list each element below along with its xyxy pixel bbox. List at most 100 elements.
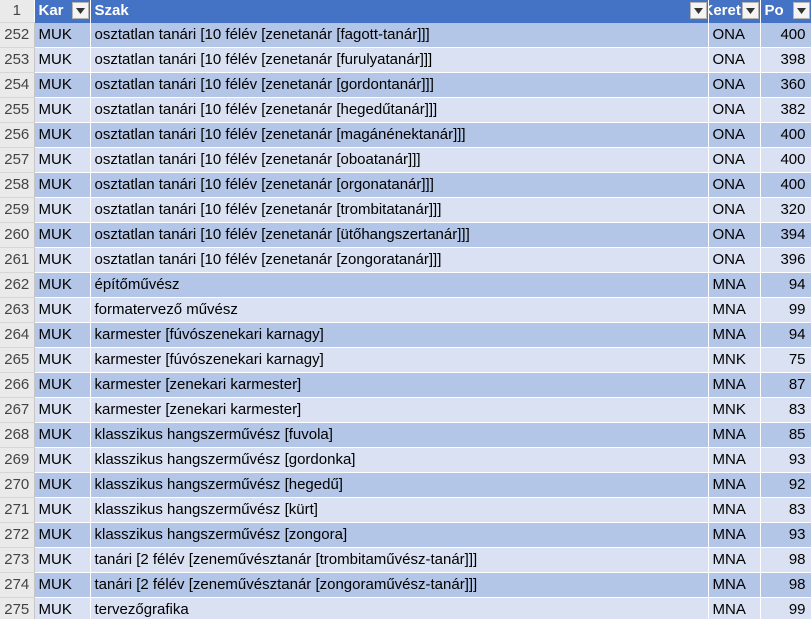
cell-szak[interactable]: klasszikus hangszerművész [kürt] — [90, 497, 709, 523]
cell-kar[interactable]: MUK — [34, 497, 91, 523]
row-header[interactable]: 260 — [0, 222, 35, 248]
cell-po[interactable]: 98 — [760, 547, 811, 573]
cell-po[interactable]: 85 — [760, 422, 811, 448]
cell-kar[interactable]: MUK — [34, 222, 91, 248]
cell-keret[interactable]: ONA — [708, 197, 761, 223]
cell-keret[interactable]: MNA — [708, 522, 761, 548]
cell-szak[interactable]: osztatlan tanári [10 félév [zenetanár [z… — [90, 247, 709, 273]
cell-keret[interactable]: ONA — [708, 97, 761, 123]
row-header[interactable]: 255 — [0, 97, 35, 123]
row-header[interactable]: 256 — [0, 122, 35, 148]
row-header[interactable]: 269 — [0, 447, 35, 473]
row-header[interactable]: 254 — [0, 72, 35, 98]
cell-keret[interactable]: ONA — [708, 247, 761, 273]
cell-keret[interactable]: MNA — [708, 372, 761, 398]
cell-szak[interactable]: tanári [2 félév [zeneművésztanár [zongor… — [90, 572, 709, 598]
cell-keret[interactable]: ONA — [708, 222, 761, 248]
column-header-keret[interactable]: Keret — [708, 0, 761, 23]
cell-po[interactable]: 394 — [760, 222, 811, 248]
cell-po[interactable]: 99 — [760, 297, 811, 323]
row-header[interactable]: 267 — [0, 397, 35, 423]
row-header[interactable]: 265 — [0, 347, 35, 373]
cell-kar[interactable]: MUK — [34, 547, 91, 573]
row-header[interactable]: 268 — [0, 422, 35, 448]
cell-po[interactable]: 94 — [760, 322, 811, 348]
cell-keret[interactable]: ONA — [708, 72, 761, 98]
row-header[interactable]: 272 — [0, 522, 35, 548]
cell-po[interactable]: 92 — [760, 472, 811, 498]
cell-po[interactable]: 75 — [760, 347, 811, 373]
cell-kar[interactable]: MUK — [34, 472, 91, 498]
cell-keret[interactable]: MNA — [708, 422, 761, 448]
cell-po[interactable]: 94 — [760, 272, 811, 298]
row-header[interactable]: 252 — [0, 22, 35, 48]
cell-kar[interactable]: MUK — [34, 247, 91, 273]
row-header[interactable]: 271 — [0, 497, 35, 523]
row-header[interactable]: 274 — [0, 572, 35, 598]
cell-keret[interactable]: ONA — [708, 172, 761, 198]
cell-po[interactable]: 87 — [760, 372, 811, 398]
row-header[interactable]: 261 — [0, 247, 35, 273]
cell-po[interactable]: 400 — [760, 147, 811, 173]
row-header[interactable]: 1 — [0, 0, 35, 23]
cell-szak[interactable]: formatervező művész — [90, 297, 709, 323]
row-header[interactable]: 259 — [0, 197, 35, 223]
column-header-kar[interactable]: Kar — [34, 0, 91, 23]
cell-kar[interactable]: MUK — [34, 47, 91, 73]
cell-keret[interactable]: ONA — [708, 122, 761, 148]
cell-szak[interactable]: karmester [fúvószenekari karnagy] — [90, 322, 709, 348]
cell-szak[interactable]: osztatlan tanári [10 félév [zenetanár [o… — [90, 147, 709, 173]
cell-keret[interactable]: MNA — [708, 297, 761, 323]
cell-po[interactable]: 396 — [760, 247, 811, 273]
cell-keret[interactable]: ONA — [708, 147, 761, 173]
cell-po[interactable]: 83 — [760, 397, 811, 423]
cell-szak[interactable]: karmester [fúvószenekari karnagy] — [90, 347, 709, 373]
cell-szak[interactable]: osztatlan tanári [10 félév [zenetanár [f… — [90, 22, 709, 48]
cell-keret[interactable]: MNA — [708, 597, 761, 619]
row-header[interactable]: 253 — [0, 47, 35, 73]
cell-szak[interactable]: klasszikus hangszerművész [hegedű] — [90, 472, 709, 498]
cell-keret[interactable]: MNA — [708, 472, 761, 498]
row-header[interactable]: 257 — [0, 147, 35, 173]
cell-keret[interactable]: ONA — [708, 22, 761, 48]
filter-button-szak[interactable] — [689, 2, 707, 19]
filter-button-keret[interactable] — [741, 2, 759, 19]
cell-szak[interactable]: osztatlan tanári [10 félév [zenetanár [ü… — [90, 222, 709, 248]
cell-szak[interactable]: osztatlan tanári [10 félév [zenetanár [o… — [90, 172, 709, 198]
row-header[interactable]: 264 — [0, 322, 35, 348]
cell-keret[interactable]: MNA — [708, 272, 761, 298]
cell-po[interactable]: 98 — [760, 572, 811, 598]
cell-kar[interactable]: MUK — [34, 522, 91, 548]
row-header[interactable]: 263 — [0, 297, 35, 323]
row-header[interactable]: 266 — [0, 372, 35, 398]
cell-keret[interactable]: ONA — [708, 47, 761, 73]
filter-button-kar[interactable] — [71, 2, 89, 19]
cell-szak[interactable]: osztatlan tanári [10 félév [zenetanár [m… — [90, 122, 709, 148]
cell-po[interactable]: 382 — [760, 97, 811, 123]
cell-kar[interactable]: MUK — [34, 72, 91, 98]
cell-szak[interactable]: karmester [zenekari karmester] — [90, 397, 709, 423]
cell-szak[interactable]: osztatlan tanári [10 félév [zenetanár [f… — [90, 47, 709, 73]
row-header[interactable]: 262 — [0, 272, 35, 298]
cell-kar[interactable]: MUK — [34, 172, 91, 198]
cell-szak[interactable]: karmester [zenekari karmester] — [90, 372, 709, 398]
cell-szak[interactable]: tervezőgrafika — [90, 597, 709, 619]
cell-kar[interactable]: MUK — [34, 147, 91, 173]
cell-kar[interactable]: MUK — [34, 422, 91, 448]
cell-szak[interactable]: klasszikus hangszerművész [fuvola] — [90, 422, 709, 448]
cell-po[interactable]: 360 — [760, 72, 811, 98]
cell-po[interactable]: 398 — [760, 47, 811, 73]
cell-szak[interactable]: építőművész — [90, 272, 709, 298]
row-header[interactable]: 258 — [0, 172, 35, 198]
cell-kar[interactable]: MUK — [34, 322, 91, 348]
column-header-po[interactable]: Po — [760, 0, 811, 23]
cell-po[interactable]: 320 — [760, 197, 811, 223]
cell-keret[interactable]: MNA — [708, 322, 761, 348]
column-header-szak[interactable]: Szak — [90, 0, 709, 23]
cell-po[interactable]: 400 — [760, 172, 811, 198]
cell-kar[interactable]: MUK — [34, 447, 91, 473]
cell-kar[interactable]: MUK — [34, 97, 91, 123]
cell-szak[interactable]: osztatlan tanári [10 félév [zenetanár [g… — [90, 72, 709, 98]
cell-po[interactable]: 93 — [760, 522, 811, 548]
cell-kar[interactable]: MUK — [34, 122, 91, 148]
